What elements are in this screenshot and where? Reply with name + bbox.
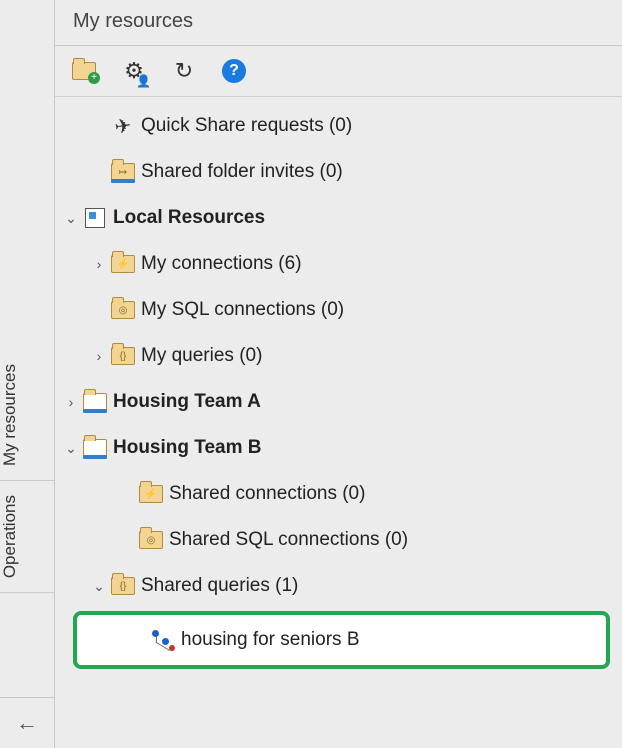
paper-plane-icon: ✈ <box>107 112 138 140</box>
tree-label: My connections <box>141 253 273 275</box>
tree-label: My SQL connections <box>141 299 316 321</box>
help-icon: ? <box>222 59 246 83</box>
folder-code-icon: {} <box>109 344 137 368</box>
tree-label: Shared connections <box>169 483 337 505</box>
user-badge-icon: 👤 <box>136 74 151 88</box>
tree-count: (6) <box>278 253 301 275</box>
folder-bolt-icon: ⚡ <box>109 252 137 276</box>
tree-label: Shared SQL connections <box>169 529 380 551</box>
refresh-icon: ↻ <box>175 58 193 84</box>
tree-label: Local Resources <box>113 207 265 229</box>
new-folder-button[interactable]: + <box>71 58 97 84</box>
team-folder-icon <box>81 436 109 460</box>
settings-button[interactable]: ⚙👤 <box>121 58 147 84</box>
tree-item-team-b[interactable]: ⌄ Housing Team B <box>59 425 618 471</box>
tree-label: housing for seniors B <box>181 629 360 651</box>
tab-my-resources[interactable]: My resources <box>0 350 54 481</box>
tree-item-shared-connections[interactable]: › ⚡ Shared connections (0) <box>59 471 618 517</box>
resource-tree: › ✈ Quick Share requests (0) › ↦ Shared … <box>55 97 622 748</box>
tree-count: (0) <box>385 529 408 551</box>
tree-label: Housing Team A <box>113 391 261 413</box>
tree-label: My queries <box>141 345 234 367</box>
tree-label: Shared queries <box>141 575 270 597</box>
folder-plus-icon: + <box>72 62 96 80</box>
tree-item-team-a[interactable]: › Housing Team A <box>59 379 618 425</box>
computer-icon <box>81 206 109 230</box>
tree-item-my-sql-connections[interactable]: › ◎ My SQL connections (0) <box>59 287 618 333</box>
folder-bolt-icon: ⚡ <box>137 482 165 506</box>
refresh-button[interactable]: ↻ <box>171 58 197 84</box>
tree-item-my-connections[interactable]: › ⚡ My connections (6) <box>59 241 618 287</box>
tree-item-quick-share[interactable]: › ✈ Quick Share requests (0) <box>59 103 618 149</box>
tree-item-shared-queries[interactable]: ⌄ {} Shared queries (1) <box>59 563 618 609</box>
help-button[interactable]: ? <box>221 58 247 84</box>
chevron-right-icon: › <box>61 394 81 410</box>
tree-count: (0) <box>342 483 365 505</box>
tree-label: Quick Share requests <box>141 115 324 137</box>
panel-toolbar: + ⚙👤 ↻ ? <box>55 46 622 97</box>
chevron-down-icon: ⌄ <box>61 210 81 227</box>
chevron-down-icon: ⌄ <box>61 440 81 457</box>
chevron-right-icon: › <box>89 348 109 364</box>
tree-label: Housing Team B <box>113 437 262 459</box>
tree-count: (0) <box>320 161 343 183</box>
folder-db-icon: ◎ <box>109 298 137 322</box>
chevron-right-icon: › <box>89 256 109 272</box>
tree-count: (1) <box>275 575 298 597</box>
query-graph-icon <box>149 628 177 652</box>
tab-operations[interactable]: Operations <box>0 481 54 593</box>
tree-item-housing-seniors-b[interactable]: housing for seniors B <box>77 615 606 665</box>
tree-label: Shared folder invites <box>141 161 314 183</box>
tree-count: (0) <box>329 115 352 137</box>
panel-title: My resources <box>55 0 622 46</box>
team-folder-icon <box>81 390 109 414</box>
tree-count: (0) <box>321 299 344 321</box>
tree-item-shared-sql-connections[interactable]: › ◎ Shared SQL connections (0) <box>59 517 618 563</box>
resources-panel: My resources + ⚙👤 ↻ ? › ✈ Quick Share re… <box>55 0 622 748</box>
tree-count: (0) <box>239 345 262 367</box>
collapse-button[interactable]: ← <box>0 697 54 748</box>
highlighted-item-box: housing for seniors B <box>73 611 610 669</box>
folder-db-icon: ◎ <box>137 528 165 552</box>
tree-item-shared-invites[interactable]: › ↦ Shared folder invites (0) <box>59 149 618 195</box>
tree-item-my-queries[interactable]: › {} My queries (0) <box>59 333 618 379</box>
tree-item-local-resources[interactable]: ⌄ Local Resources <box>59 195 618 241</box>
chevron-down-icon: ⌄ <box>89 578 109 595</box>
folder-code-icon: {} <box>109 574 137 598</box>
shared-folder-icon: ↦ <box>109 160 137 184</box>
left-tab-strip: My resources Operations ← <box>0 0 55 748</box>
